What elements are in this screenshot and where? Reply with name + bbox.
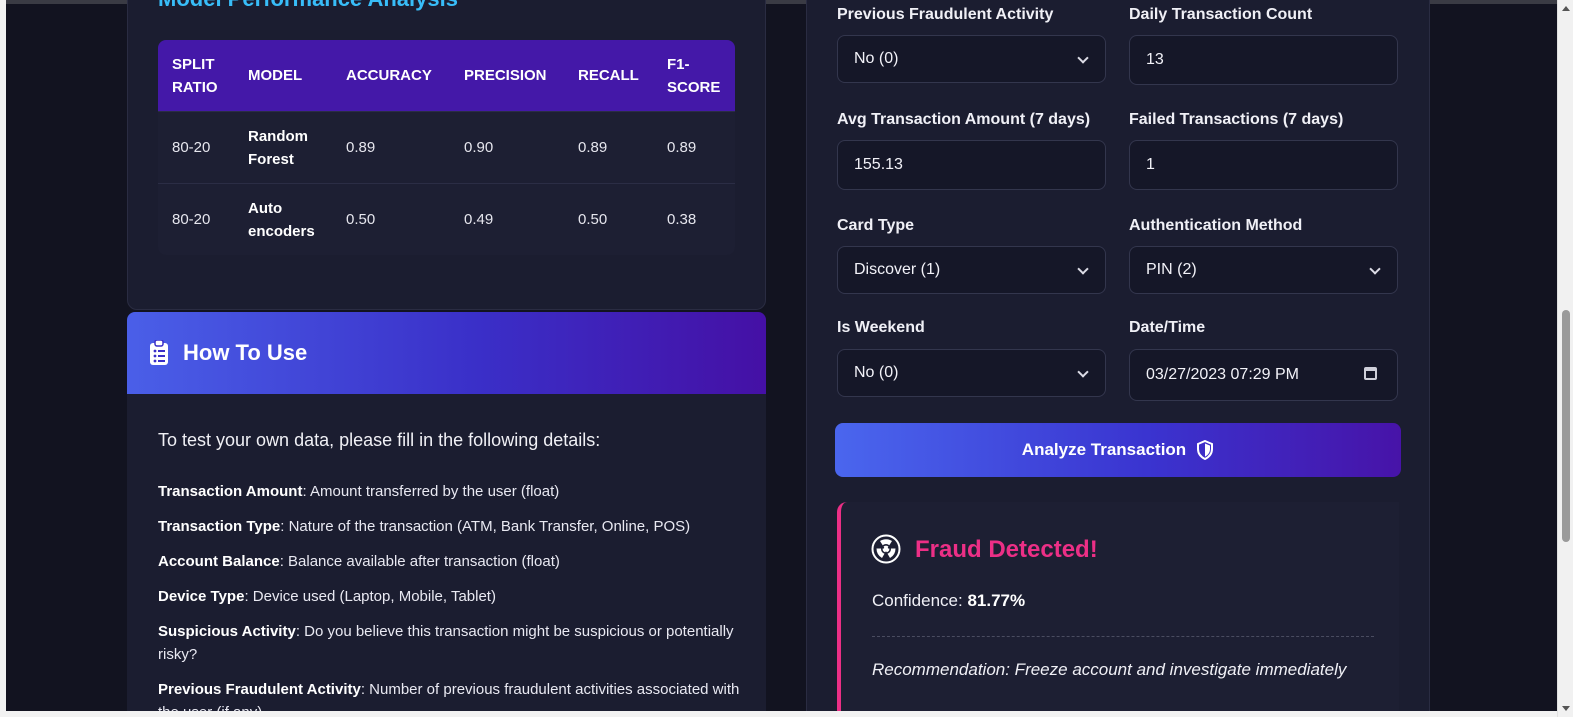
cell-precision: 0.49: [450, 183, 564, 255]
cell-accuracy: 0.50: [332, 183, 450, 255]
auth-method-label: Authentication Method: [1129, 217, 1303, 234]
card-type-select[interactable]: Discover (1): [837, 246, 1106, 294]
is-weekend-select[interactable]: No (0): [837, 349, 1106, 397]
auth-method-select[interactable]: PIN (2): [1129, 246, 1398, 294]
list-item: Transaction Type: Nature of the transact…: [158, 515, 743, 538]
cell-recall: 0.50: [564, 183, 653, 255]
datetime-input[interactable]: 03/27/2023 07:29 PM: [1129, 349, 1398, 401]
datetime-value: 03/27/2023 07:29 PM: [1146, 366, 1300, 383]
item-term: Suspicious Activity: [158, 623, 296, 640]
cell-split: 80-20: [158, 183, 234, 255]
analyze-button-label: Analyze Transaction: [1021, 440, 1187, 459]
fraud-detected-title: Fraud Detected!: [915, 536, 1098, 563]
cell-split: 80-20: [158, 111, 234, 183]
result-divider: [872, 636, 1374, 637]
prev-fraud-select[interactable]: No (0): [837, 35, 1106, 83]
how-to-use-title: How To Use: [183, 340, 308, 365]
table-header-row: SPLIT RATIO Model Accuracy Precision Reca…: [158, 40, 735, 111]
cell-model: Random Forest: [234, 111, 332, 183]
cell-precision: 0.90: [450, 111, 564, 183]
list-item: Account Balance: Balance available after…: [158, 550, 743, 573]
how-to-use-header: How To Use: [127, 312, 766, 394]
analyze-transaction-button[interactable]: Analyze Transaction: [835, 423, 1401, 477]
item-term: Transaction Type: [158, 518, 281, 535]
confidence-value: 81.77%: [967, 591, 1026, 610]
table-row: 80-20 Random Forest 0.89 0.90 0.89 0.89: [158, 111, 735, 183]
item-term: Account Balance: [158, 553, 280, 570]
scrollbar-thumb[interactable]: [1562, 310, 1570, 542]
list-item: Transaction Amount: Amount transferred b…: [158, 480, 743, 503]
confidence-label: Confidence:: [872, 591, 968, 610]
scroll-up-arrow-icon[interactable]: [1562, 6, 1570, 11]
chevron-down-icon: [1077, 52, 1089, 64]
avg-amount-value: 155.13: [854, 156, 903, 173]
section-title: Model Performance Analysis: [158, 0, 458, 12]
scroll-down-arrow-icon[interactable]: [1562, 706, 1570, 711]
prev-fraud-value: No (0): [854, 50, 899, 67]
col-split-ratio: SPLIT RATIO: [158, 40, 234, 111]
fraud-result-card: Fraud Detected! Confidence: 81.77% Recom…: [837, 502, 1399, 717]
avg-amount-input[interactable]: 155.13: [837, 140, 1106, 190]
window-bottom-edge: [0, 711, 1573, 717]
item-term: Transaction Amount: [158, 483, 303, 500]
list-item: Device Type: Device used (Laptop, Mobile…: [158, 585, 743, 608]
how-to-use-card: How To Use To test your own data, please…: [127, 312, 766, 717]
cell-model: Auto encoders: [234, 183, 332, 255]
item-desc: : Amount transferred by the user (float): [302, 483, 560, 500]
cell-accuracy: 0.89: [332, 111, 450, 183]
is-weekend-label: Is Weekend: [837, 319, 925, 336]
field-description-list: Transaction Amount: Amount transferred b…: [158, 480, 743, 717]
item-term: Previous Fraudulent Activity: [158, 681, 361, 698]
chevron-down-icon: [1077, 366, 1089, 378]
is-weekend-value: No (0): [854, 364, 899, 381]
item-desc: : Nature of the transaction (ATM, Bank T…: [280, 518, 691, 535]
clipboard-list-icon: [150, 340, 168, 365]
card-type-value: Discover (1): [854, 261, 941, 278]
confidence-text: Confidence: 81.77%: [872, 591, 1025, 611]
avg-amount-label: Avg Transaction Amount (7 days): [837, 111, 1091, 128]
auth-method-value: PIN (2): [1146, 261, 1197, 278]
failed-tx-value: 1: [1146, 156, 1155, 173]
window-left-edge: [0, 0, 6, 717]
daily-count-value: 13: [1146, 51, 1164, 68]
failed-tx-input[interactable]: 1: [1129, 140, 1398, 190]
cell-f1: 0.89: [653, 111, 735, 183]
how-to-use-intro: To test your own data, please fill in th…: [158, 430, 601, 450]
item-term: Device Type: [158, 588, 245, 605]
radiation-icon: [871, 534, 901, 564]
col-model: Model: [234, 40, 332, 111]
datetime-label: Date/Time: [1129, 319, 1206, 336]
item-desc: : Balance available after transaction (f…: [279, 553, 560, 570]
item-desc: : Device used (Laptop, Mobile, Tablet): [244, 588, 496, 605]
list-item: Suspicious Activity: Do you believe this…: [158, 620, 743, 666]
daily-count-input[interactable]: 13: [1129, 35, 1398, 85]
table-row: 80-20 Auto encoders 0.50 0.49 0.50 0.38: [158, 183, 735, 255]
vertical-scrollbar[interactable]: [1557, 0, 1573, 717]
chevron-down-icon: [1369, 263, 1381, 275]
performance-table: SPLIT RATIO Model Accuracy Precision Reca…: [158, 40, 735, 255]
recommendation-text: Recommendation: Freeze account and inves…: [872, 660, 1347, 679]
col-f1-score: F1- SCORE: [653, 40, 735, 111]
cell-f1: 0.38: [653, 183, 735, 255]
prev-fraud-label: Previous Fraudulent Activity: [837, 6, 1054, 23]
card-type-label: Card Type: [837, 217, 915, 234]
failed-tx-label: Failed Transactions (7 days): [1129, 111, 1344, 128]
chevron-down-icon: [1077, 263, 1089, 275]
shield-icon: [1197, 440, 1214, 460]
col-precision: Precision: [450, 40, 564, 111]
cell-recall: 0.89: [564, 111, 653, 183]
col-accuracy: Accuracy: [332, 40, 450, 111]
col-recall: Recall: [564, 40, 653, 111]
calendar-icon[interactable]: [1364, 367, 1377, 380]
daily-count-label: Daily Transaction Count: [1129, 6, 1313, 23]
